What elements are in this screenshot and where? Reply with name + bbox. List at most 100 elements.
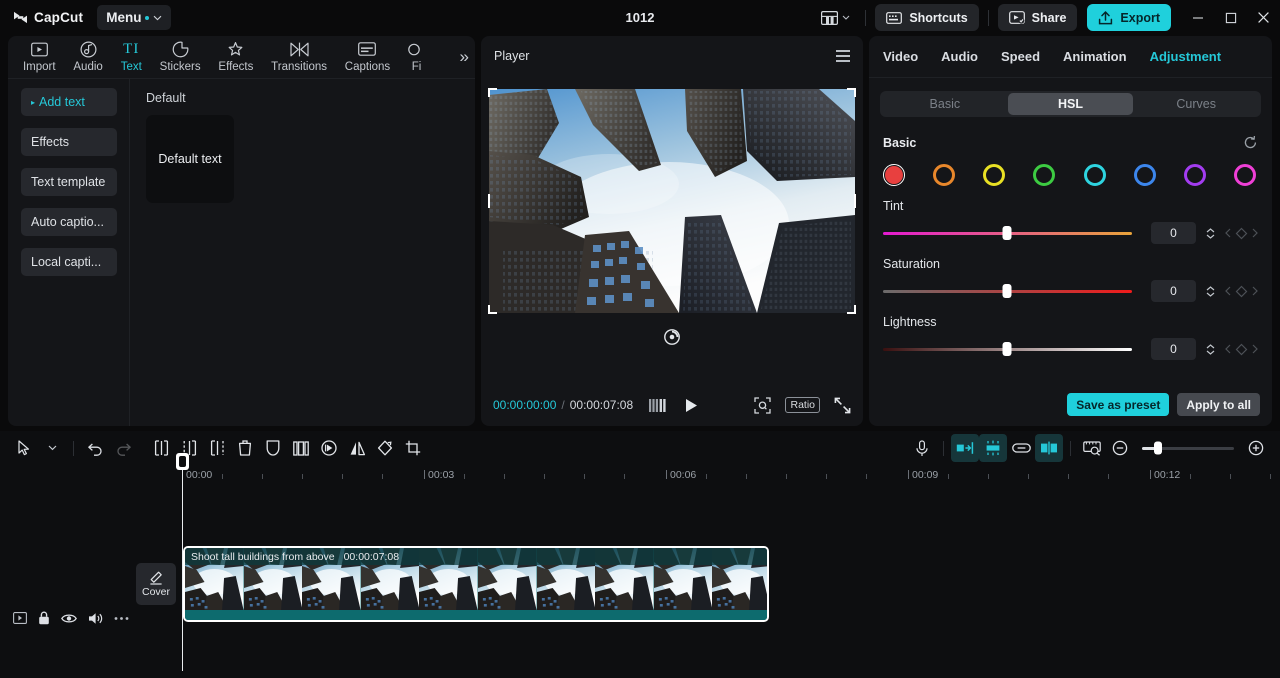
mirror-button[interactable] bbox=[343, 434, 371, 462]
player-menu-icon[interactable] bbox=[836, 50, 850, 62]
swatch-blue[interactable] bbox=[1133, 164, 1156, 186]
tab-speed[interactable]: Speed bbox=[1001, 49, 1040, 64]
shortcuts-button[interactable]: Shortcuts bbox=[875, 4, 979, 31]
tab-audio[interactable]: Audio bbox=[941, 49, 978, 64]
delete-button[interactable] bbox=[231, 434, 259, 462]
tint-slider[interactable] bbox=[883, 226, 1132, 240]
swatch-cyan[interactable] bbox=[1083, 164, 1106, 186]
more-tabs-button[interactable]: » bbox=[460, 48, 469, 65]
zoom-slider-knob[interactable] bbox=[1154, 441, 1162, 455]
tab-import[interactable]: Import bbox=[14, 36, 64, 73]
split-button[interactable] bbox=[147, 434, 175, 462]
reset-icon[interactable] bbox=[1243, 135, 1258, 150]
tab-captions[interactable]: Captions bbox=[336, 36, 399, 73]
preview-scroll-button[interactable] bbox=[1078, 434, 1106, 462]
minimize-button[interactable] bbox=[1181, 0, 1214, 35]
lightness-slider[interactable] bbox=[883, 342, 1132, 356]
tab-transitions[interactable]: Transitions bbox=[262, 36, 336, 73]
sidebar-item-text-template[interactable]: Text template bbox=[21, 168, 117, 196]
redo-button[interactable] bbox=[109, 434, 137, 462]
rotate-handle-icon[interactable] bbox=[663, 328, 681, 346]
more-icon[interactable] bbox=[114, 616, 129, 621]
resize-handle-top-left[interactable] bbox=[488, 88, 497, 97]
mask-button[interactable] bbox=[259, 434, 287, 462]
timeline-ruler[interactable]: 00:00 00:03 00:06 00:09 00:12 bbox=[132, 465, 1280, 489]
tint-stepper[interactable] bbox=[1202, 227, 1218, 239]
default-text-card[interactable]: Default text bbox=[146, 115, 234, 203]
lightness-stepper[interactable] bbox=[1202, 343, 1218, 355]
lightness-keyframe-nav[interactable] bbox=[1225, 343, 1258, 356]
ratio-button[interactable]: Ratio bbox=[785, 397, 820, 413]
link-clips-button[interactable] bbox=[1007, 434, 1035, 462]
segment-basic[interactable]: Basic bbox=[882, 93, 1008, 115]
tab-video[interactable]: Video bbox=[883, 49, 918, 64]
sidebar-item-auto-captions[interactable]: Auto captio... bbox=[21, 208, 117, 236]
save-as-preset-button[interactable]: Save as preset bbox=[1067, 393, 1170, 416]
cover-button[interactable]: Cover bbox=[136, 563, 176, 605]
swatch-yellow[interactable] bbox=[983, 164, 1006, 186]
menu-button[interactable]: Menu bbox=[97, 5, 172, 30]
tab-stickers[interactable]: Stickers bbox=[151, 36, 210, 73]
share-button[interactable]: Share bbox=[997, 4, 1078, 31]
tab-filters[interactable]: Fi bbox=[399, 36, 434, 73]
volume-icon[interactable] bbox=[88, 612, 103, 625]
resize-handle-bottom-left[interactable] bbox=[488, 305, 497, 314]
tab-effects[interactable]: Effects bbox=[209, 36, 262, 73]
saturation-value[interactable]: 0 bbox=[1150, 280, 1197, 302]
lightness-value[interactable]: 0 bbox=[1150, 338, 1197, 360]
reverse-button[interactable] bbox=[315, 434, 343, 462]
swatch-magenta[interactable] bbox=[1233, 164, 1256, 186]
record-voiceover-button[interactable] bbox=[908, 434, 936, 462]
saturation-stepper[interactable] bbox=[1202, 285, 1218, 297]
tint-slider-knob[interactable] bbox=[1002, 226, 1012, 240]
resize-handle-left[interactable] bbox=[488, 194, 490, 208]
frames-view-icon[interactable] bbox=[649, 398, 667, 412]
saturation-slider[interactable] bbox=[883, 284, 1132, 298]
zoom-fit-icon[interactable] bbox=[754, 396, 772, 414]
auto-fit-button[interactable] bbox=[979, 434, 1007, 462]
timeline-zoom-slider[interactable] bbox=[1142, 441, 1234, 455]
sidebar-item-local-captions[interactable]: Local capti... bbox=[21, 248, 117, 276]
eye-icon[interactable] bbox=[61, 613, 77, 624]
maximize-button[interactable] bbox=[1214, 0, 1247, 35]
split-align-button[interactable] bbox=[1035, 434, 1063, 462]
saturation-keyframe-nav[interactable] bbox=[1225, 285, 1258, 298]
video-track-icon[interactable] bbox=[13, 612, 27, 624]
lock-icon[interactable] bbox=[38, 611, 50, 625]
tint-keyframe-nav[interactable] bbox=[1225, 227, 1258, 240]
segment-hsl[interactable]: HSL bbox=[1007, 93, 1134, 115]
layout-button[interactable] bbox=[815, 10, 856, 25]
tab-text[interactable]: TI Text bbox=[112, 36, 151, 74]
resize-handle-bottom-right[interactable] bbox=[847, 305, 856, 314]
segment-curves[interactable]: Curves bbox=[1133, 93, 1259, 115]
snap-to-clip-button[interactable] bbox=[951, 434, 979, 462]
zoom-in-button[interactable] bbox=[1242, 434, 1270, 462]
select-tool-dropdown[interactable] bbox=[38, 434, 66, 462]
sidebar-item-effects[interactable]: Effects bbox=[21, 128, 117, 156]
select-tool-button[interactable] bbox=[10, 434, 38, 462]
timeline-clip[interactable]: Shoot tall buildings from above 00:00:07… bbox=[183, 546, 769, 622]
playhead-grip[interactable] bbox=[176, 453, 189, 470]
play-button[interactable] bbox=[685, 398, 698, 413]
sidebar-item-add-text[interactable]: ▸ Add text bbox=[21, 88, 117, 116]
swatch-green[interactable] bbox=[1033, 164, 1056, 186]
trim-right-button[interactable] bbox=[203, 434, 231, 462]
video-selection-frame[interactable] bbox=[488, 88, 856, 314]
resize-handle-top-right[interactable] bbox=[847, 88, 856, 97]
tab-animation[interactable]: Animation bbox=[1063, 49, 1127, 64]
export-button[interactable]: Export bbox=[1087, 4, 1171, 31]
crop-button[interactable] bbox=[399, 434, 427, 462]
tab-adjustment[interactable]: Adjustment bbox=[1150, 49, 1222, 64]
tint-value[interactable]: 0 bbox=[1150, 222, 1197, 244]
apply-to-all-button[interactable]: Apply to all bbox=[1177, 393, 1260, 416]
tab-audio[interactable]: Audio bbox=[64, 36, 111, 73]
swatch-purple[interactable] bbox=[1183, 164, 1206, 186]
swatch-red[interactable] bbox=[883, 164, 905, 186]
freeze-frame-button[interactable] bbox=[287, 434, 315, 462]
zoom-out-button[interactable] bbox=[1106, 434, 1134, 462]
fullscreen-icon[interactable] bbox=[834, 397, 851, 414]
lightness-slider-knob[interactable] bbox=[1002, 342, 1012, 356]
playhead[interactable] bbox=[176, 453, 189, 671]
undo-button[interactable] bbox=[81, 434, 109, 462]
swatch-orange[interactable] bbox=[933, 164, 956, 186]
